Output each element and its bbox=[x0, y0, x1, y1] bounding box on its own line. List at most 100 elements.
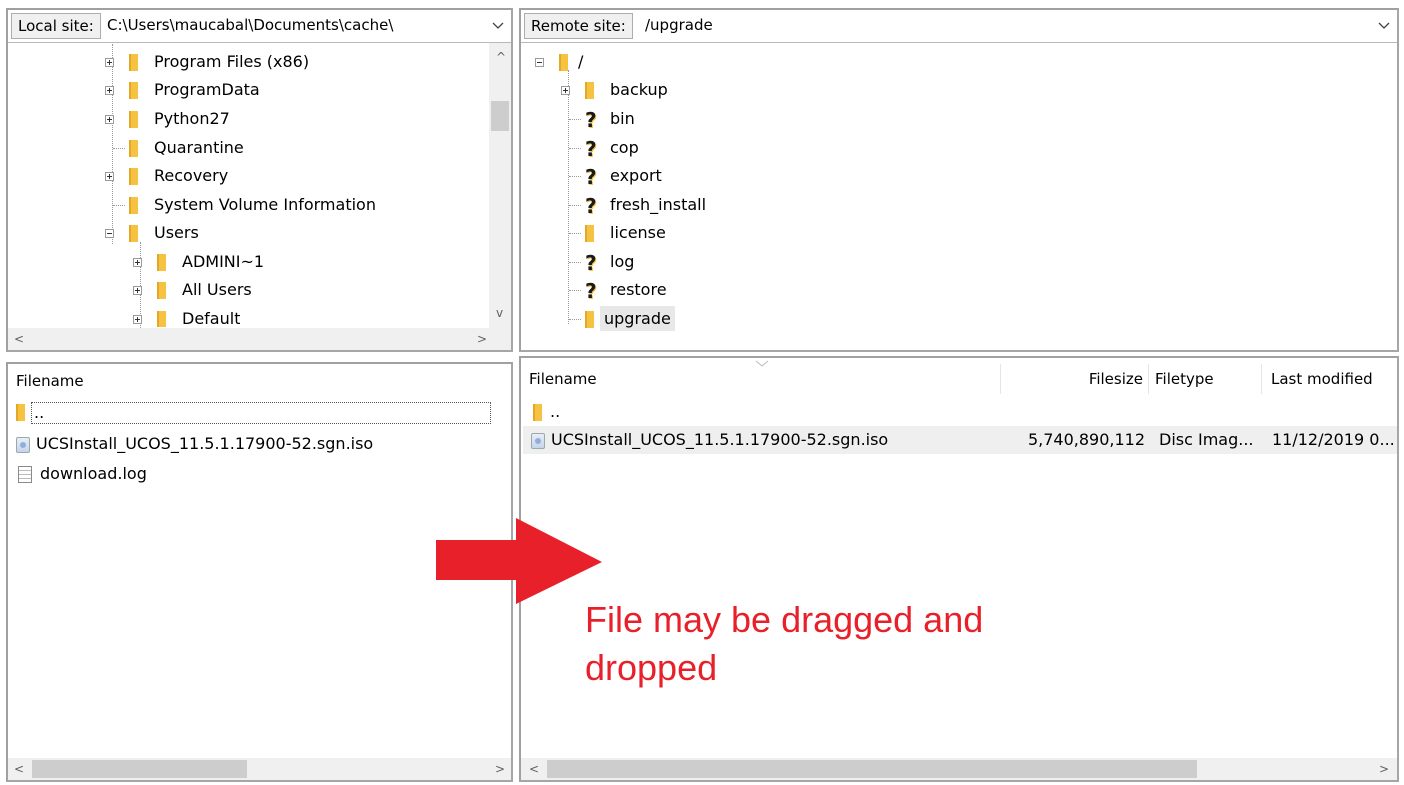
remote-column-last-modified[interactable]: Last modified bbox=[1271, 364, 1395, 394]
expand-icon[interactable] bbox=[105, 115, 114, 124]
expand-icon[interactable] bbox=[561, 86, 570, 95]
local-tree-horizontal-scrollbar[interactable]: < > bbox=[8, 328, 511, 350]
file-name: UCSInstall_UCOS_11.5.1.17900-52.sgn.iso bbox=[551, 430, 889, 449]
local-file-row[interactable]: .. bbox=[16, 398, 509, 426]
local-tree-item[interactable]: ProgramData bbox=[105, 76, 260, 104]
local-tree-item[interactable]: Default bbox=[133, 305, 240, 327]
chevron-down-icon[interactable] bbox=[1377, 18, 1391, 32]
local-tree-item-label: Default bbox=[182, 309, 241, 327]
scroll-right-icon[interactable]: > bbox=[1379, 763, 1389, 775]
scroll-left-icon[interactable]: < bbox=[529, 763, 539, 775]
annotation-line-1: File may be dragged and bbox=[585, 599, 984, 640]
remote-tree-item[interactable]: ? restore bbox=[561, 276, 667, 304]
local-site-label: Local site: bbox=[11, 13, 101, 39]
folder-icon bbox=[585, 82, 594, 99]
drag-direction-arrow-icon bbox=[436, 518, 602, 604]
scroll-left-icon[interactable]: < bbox=[14, 333, 24, 345]
remote-site-bar: Remote site: /upgrade bbox=[521, 10, 1397, 43]
local-tree-item[interactable]: All Users bbox=[133, 276, 252, 304]
chevron-down-icon[interactable] bbox=[491, 18, 505, 32]
column-header-label: Filename bbox=[529, 370, 597, 388]
remote-tree-item[interactable]: license bbox=[561, 219, 666, 247]
remote-column-filesize[interactable]: Filesize bbox=[1001, 364, 1147, 394]
remote-tree-item-label: license bbox=[610, 223, 666, 242]
scroll-right-icon[interactable]: > bbox=[477, 333, 487, 345]
local-tree-vertical-scrollbar[interactable]: ^ v bbox=[489, 43, 511, 328]
file-name: .. bbox=[31, 401, 491, 424]
expand-icon[interactable] bbox=[133, 258, 142, 267]
collapse-icon[interactable] bbox=[535, 58, 544, 67]
remote-tree-item[interactable]: ? export bbox=[561, 162, 662, 190]
scroll-thumb[interactable] bbox=[32, 760, 247, 778]
folder-icon bbox=[16, 404, 25, 421]
remote-file-row[interactable]: .. bbox=[533, 398, 560, 426]
local-tree-item[interactable]: Quarantine bbox=[105, 134, 244, 162]
expand-icon[interactable] bbox=[105, 58, 114, 67]
folder-icon bbox=[157, 254, 166, 271]
expand-icon[interactable] bbox=[105, 172, 114, 181]
unknown-folder-icon: ? bbox=[585, 278, 597, 303]
local-file-row[interactable]: UCSInstall_UCOS_11.5.1.17900-52.sgn.iso bbox=[16, 430, 373, 458]
annotation-line-2: dropped bbox=[585, 647, 718, 688]
expand-icon[interactable] bbox=[133, 315, 142, 324]
column-header-label: Filetype bbox=[1155, 370, 1214, 388]
folder-icon bbox=[157, 282, 166, 299]
remote-column-filename[interactable]: Filename bbox=[529, 364, 999, 394]
folder-icon bbox=[129, 82, 138, 99]
scroll-thumb[interactable] bbox=[491, 101, 509, 131]
remote-files-horizontal-scrollbar[interactable]: < > bbox=[521, 758, 1397, 780]
remote-tree-root-label: / bbox=[578, 52, 584, 71]
expand-icon[interactable] bbox=[133, 286, 142, 295]
remote-tree-item[interactable]: backup bbox=[561, 76, 668, 104]
scroll-up-icon[interactable]: ^ bbox=[496, 51, 506, 63]
local-file-row[interactable]: download.log bbox=[18, 460, 147, 488]
scroll-down-icon[interactable]: v bbox=[496, 307, 503, 319]
remote-tree-item-label: backup bbox=[610, 80, 668, 99]
remote-tree-root[interactable]: / bbox=[535, 48, 583, 76]
local-tree-item-label: ADMINI~1 bbox=[182, 252, 265, 271]
folder-icon bbox=[533, 404, 542, 421]
folder-icon bbox=[129, 111, 138, 128]
unknown-folder-icon: ? bbox=[585, 164, 597, 189]
local-tree-item[interactable]: ADMINI~1 bbox=[133, 248, 264, 276]
expand-icon[interactable] bbox=[105, 86, 114, 95]
local-tree-item[interactable]: Users bbox=[105, 219, 199, 247]
collapse-icon[interactable] bbox=[105, 229, 114, 238]
local-tree-item-label: Quarantine bbox=[154, 138, 244, 157]
remote-tree-item-selected[interactable]: upgrade bbox=[561, 305, 675, 333]
local-tree-item[interactable]: Python27 bbox=[105, 105, 230, 133]
local-site-path-input[interactable]: C:\Users\maucabal\Documents\cache\ bbox=[107, 14, 487, 38]
remote-tree-item[interactable]: ? bin bbox=[561, 105, 635, 133]
column-header-label: Filename bbox=[16, 372, 84, 390]
column-separator bbox=[1261, 364, 1262, 394]
scroll-left-icon[interactable]: < bbox=[14, 763, 24, 775]
local-tree-item[interactable]: Recovery bbox=[105, 162, 228, 190]
unknown-folder-icon: ? bbox=[585, 250, 597, 275]
folder-icon bbox=[585, 225, 594, 242]
scroll-thumb[interactable] bbox=[547, 760, 1197, 778]
remote-file-list-pane: Filename Filesize Filetype Last modified… bbox=[519, 356, 1399, 782]
local-tree-pane: Local site: C:\Users\maucabal\Documents\… bbox=[6, 8, 513, 352]
remote-site-label: Remote site: bbox=[524, 13, 633, 39]
local-column-filename[interactable]: Filename bbox=[8, 366, 511, 396]
file-type: Disc Imag... bbox=[1159, 430, 1254, 449]
remote-tree-item[interactable]: ? fresh_install bbox=[561, 191, 706, 219]
local-tree-item-label: Python27 bbox=[154, 109, 230, 128]
local-tree-item[interactable]: System Volume Information bbox=[105, 191, 376, 219]
remote-tree-item[interactable]: ? cop bbox=[561, 134, 639, 162]
remote-tree-item-label: restore bbox=[610, 280, 667, 299]
file-name: .. bbox=[550, 402, 561, 421]
disc-image-icon bbox=[16, 436, 30, 453]
column-header-label: Filesize bbox=[1088, 370, 1143, 388]
remote-file-row[interactable]: UCSInstall_UCOS_11.5.1.17900-52.sgn.iso … bbox=[523, 426, 1397, 454]
remote-site-path-input[interactable]: /upgrade bbox=[645, 14, 1345, 38]
scroll-right-icon[interactable]: > bbox=[495, 763, 505, 775]
local-tree-item-label: Users bbox=[154, 223, 199, 242]
drag-drop-annotation: File may be dragged and dropped bbox=[585, 596, 983, 692]
remote-column-filetype[interactable]: Filetype bbox=[1155, 364, 1255, 394]
local-tree-item[interactable]: Program Files (x86) bbox=[105, 48, 309, 76]
remote-tree-item-label: export bbox=[610, 166, 662, 185]
folder-icon bbox=[129, 140, 138, 157]
remote-tree-item[interactable]: ? log bbox=[561, 248, 634, 276]
local-files-horizontal-scrollbar[interactable]: < > bbox=[8, 758, 511, 780]
